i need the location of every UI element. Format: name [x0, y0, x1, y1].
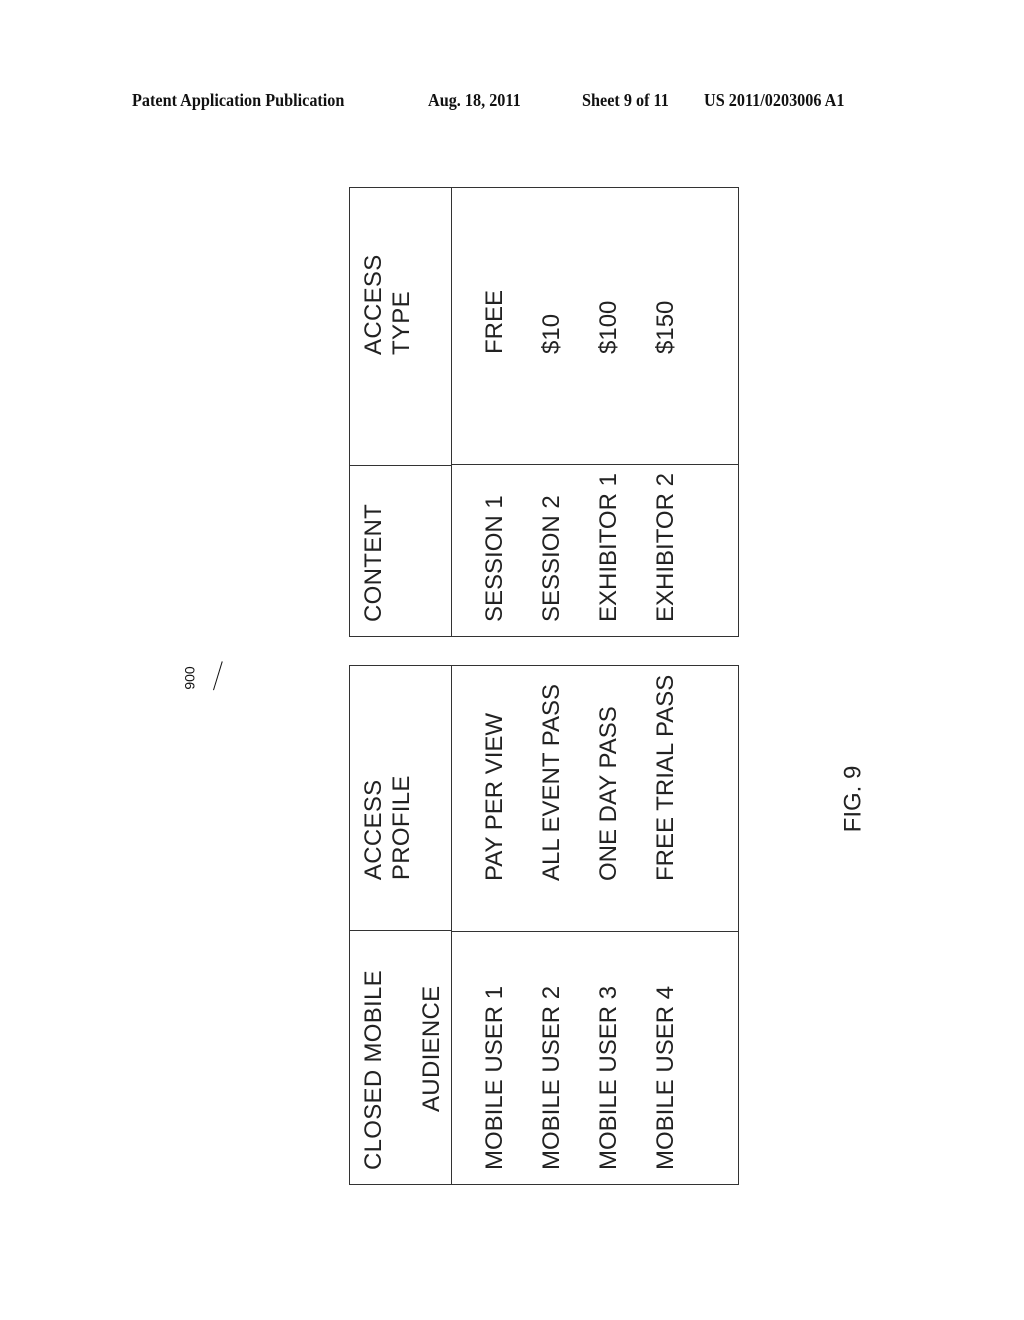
header-audience-line2: AUDIENCE [418, 985, 445, 1112]
header-cell-access-type: ACCESS TYPE [350, 188, 451, 465]
table-body: SESSION 1 SESSION 2 EXHIBITOR 1 EXHIBITO… [452, 188, 738, 636]
page-header: Patent Application Publication Aug. 18, … [132, 90, 892, 114]
table-cell-profile: ONE DAY PASS [595, 706, 622, 881]
table-cell-profile: ALL EVENT PASS [538, 684, 565, 881]
audience-profile-table: CLOSED MOBILE AUDIENCE ACCESS PROFILE MO… [349, 665, 739, 1185]
table-cell-audience: MOBILE USER 3 [595, 985, 622, 1170]
table-cell-type: $100 [595, 300, 622, 354]
table-cell-audience: MOBILE USER 1 [481, 985, 508, 1170]
table-cell-profile: PAY PER VIEW [481, 712, 508, 881]
table-cell-content: EXHIBITOR 1 [595, 473, 622, 622]
header-access-type: ACCESS TYPE [360, 254, 415, 355]
publication-type: Patent Application Publication [132, 90, 345, 110]
table-cell-content: SESSION 2 [538, 495, 565, 622]
header-content: CONTENT [360, 503, 387, 622]
table-cell-type: $10 [538, 313, 565, 354]
header-cell-audience: CLOSED MOBILE AUDIENCE [350, 930, 451, 1184]
table-cell-audience: MOBILE USER 2 [538, 985, 565, 1170]
table-cell-audience: MOBILE USER 4 [652, 985, 679, 1170]
table-cell-type: FREE [481, 289, 508, 354]
access-profile-column: PAY PER VIEW ALL EVENT PASS ONE DAY PASS… [452, 666, 738, 931]
content-column: SESSION 1 SESSION 2 EXHIBITOR 1 EXHIBITO… [452, 464, 738, 636]
table-cell-type: $150 [652, 300, 679, 354]
table-body: MOBILE USER 1 MOBILE USER 2 MOBILE USER … [452, 666, 738, 1184]
access-type-column: FREE $10 $100 $150 [452, 188, 738, 464]
audience-column: MOBILE USER 1 MOBILE USER 2 MOBILE USER … [452, 931, 738, 1184]
table-header-row: CONTENT ACCESS TYPE [350, 188, 452, 636]
header-audience-line1: CLOSED MOBILE [360, 970, 387, 1170]
reference-leader-line [213, 661, 223, 691]
figure-reference-number: 900 [181, 666, 198, 690]
sheet-number: Sheet 9 of 11 [582, 90, 669, 110]
table-cell-content: EXHIBITOR 2 [652, 473, 679, 622]
figure-label: FIG. 9 [839, 765, 867, 833]
table-cell-profile: FREE TRIAL PASS [652, 674, 679, 881]
header-cell-access-profile: ACCESS PROFILE [350, 666, 451, 930]
patent-number: US 2011/0203006 A1 [704, 90, 845, 110]
header-cell-content: CONTENT [350, 464, 451, 636]
publication-date: Aug. 18, 2011 [428, 90, 521, 110]
content-access-table: CONTENT ACCESS TYPE SESSION 1 SESSION 2 … [349, 187, 739, 637]
header-access-profile: ACCESS PROFILE [360, 775, 415, 881]
table-cell-content: SESSION 1 [481, 495, 508, 622]
table-header-row: CLOSED MOBILE AUDIENCE ACCESS PROFILE [350, 666, 452, 1184]
